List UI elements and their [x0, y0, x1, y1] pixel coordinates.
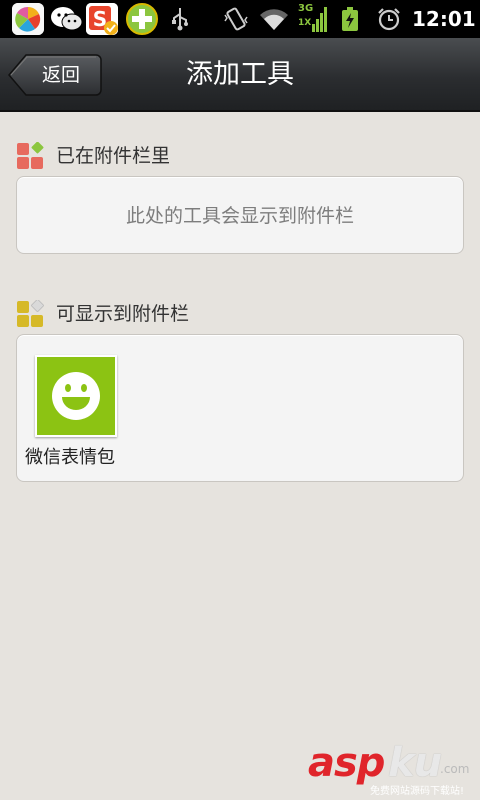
status-time: 12:01 — [412, 7, 476, 31]
network-sub-label: 1X — [298, 18, 312, 28]
network-type-label: 3G — [298, 3, 314, 14]
empty-hint-text: 此处的工具会显示到附件栏 — [125, 205, 354, 227]
site-watermark: asp ku .com 免费网站源码下载站! — [308, 740, 480, 800]
usb-icon — [170, 6, 190, 32]
watermark-suffix: .com — [440, 762, 470, 776]
smiley-face-icon — [35, 355, 117, 437]
section-available-title: 可显示到附件栏 — [56, 303, 190, 325]
360-security-icon — [126, 3, 158, 35]
watermark-brand-b: ku — [388, 740, 442, 786]
section-in-bar-title: 已在附件栏里 — [56, 145, 171, 167]
in-bar-panel: 此处的工具会显示到附件栏 — [16, 176, 464, 254]
watermark-tagline: 免费网站源码下载站! — [370, 786, 465, 797]
wechat-icon — [50, 5, 84, 33]
tool-item-label: 微信表情包 — [25, 447, 115, 468]
wifi-icon — [258, 6, 290, 32]
status-bar: S 3G 1X 12:01 — [0, 0, 480, 38]
app-store-icon — [12, 3, 44, 35]
tool-item-emoji-pack[interactable]: 微信表情包 — [25, 353, 129, 473]
watermark-brand-a: asp — [308, 740, 385, 786]
signal-3g-icon: 3G 1X — [298, 3, 328, 34]
page-title: 添加工具 — [186, 59, 294, 90]
vibrate-icon — [222, 5, 250, 33]
alarm-icon — [376, 6, 402, 32]
battery-charging-icon — [340, 6, 360, 32]
grid-squares-yellow-icon — [17, 300, 44, 327]
grid-squares-red-icon — [17, 142, 44, 169]
available-tools-panel: 微信表情包 — [16, 334, 464, 482]
sogou-input-icon: S — [86, 3, 118, 35]
title-bar: 返回 添加工具 — [0, 38, 480, 112]
